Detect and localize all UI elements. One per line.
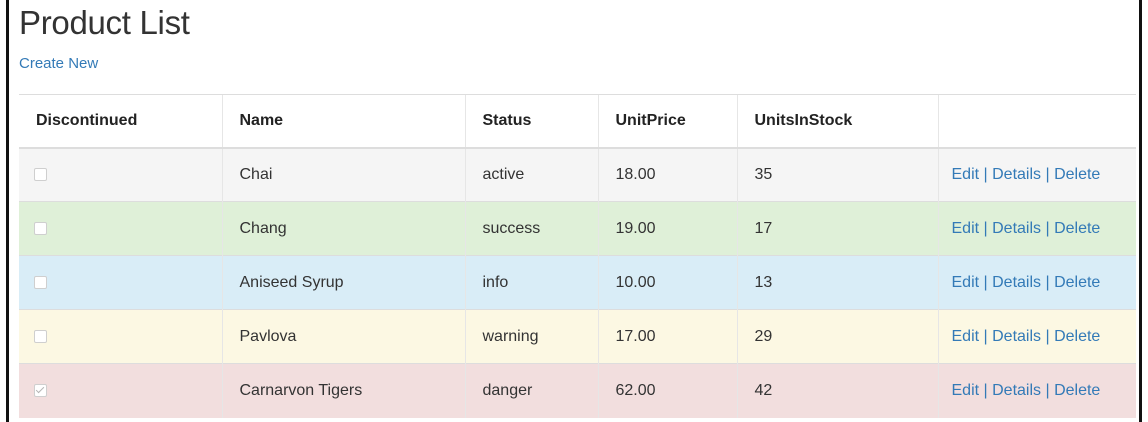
action-separator: | — [979, 165, 993, 183]
unitprice-cell: 10.00 — [597, 255, 737, 310]
unitprice-cell: 62.00 — [597, 363, 737, 418]
discontinued-checkbox — [34, 329, 47, 343]
action-separator: | — [1041, 327, 1055, 345]
details-link[interactable]: Details — [992, 328, 1041, 345]
actions-cell: Edit | Details | Delete — [937, 363, 1136, 418]
table-header-row: Discontinued Name Status UnitPrice Units… — [19, 94, 1136, 149]
status-cell: warning — [464, 309, 598, 364]
action-separator: | — [1041, 273, 1055, 291]
name-cell: Chai — [221, 147, 465, 202]
details-link[interactable]: Details — [992, 166, 1041, 183]
discontinued-checkbox-checked — [34, 384, 47, 398]
edit-link[interactable]: Edit — [952, 220, 980, 237]
action-separator: | — [1041, 381, 1055, 399]
header-discontinued: Discontinued — [19, 94, 222, 149]
discontinued-checkbox — [34, 168, 47, 182]
unitprice-cell: 19.00 — [597, 201, 737, 256]
details-link[interactable]: Details — [992, 274, 1041, 291]
discontinued-checkbox — [34, 275, 47, 289]
discontinued-checkbox — [34, 221, 47, 235]
name-cell: Pavlova — [221, 309, 465, 364]
unitprice-cell: 17.00 — [597, 309, 737, 364]
name-cell: Chang — [221, 201, 465, 256]
status-cell: active — [464, 147, 598, 202]
header-status: Status — [464, 94, 598, 149]
status-cell: success — [464, 201, 598, 256]
table-row: Aniseed Syrup info 10.00 13 Edit | Details |… — [19, 255, 1136, 310]
discontinued-cell — [19, 363, 222, 418]
status-cell: info — [464, 255, 598, 310]
actions-cell: Edit | Details | Delete — [937, 255, 1136, 310]
table-row: Chai active 18.00 35 Edit | Details | Delete — [19, 147, 1136, 202]
unitprice-cell: 18.00 — [597, 147, 737, 202]
action-separator: | — [979, 219, 993, 237]
create-new-link[interactable]: Create New — [19, 55, 98, 72]
unitsinstock-cell: 42 — [736, 363, 938, 418]
page-frame: Product List Create New Discontinued Nam… — [6, 0, 1142, 422]
delete-link[interactable]: Delete — [1054, 220, 1100, 237]
discontinued-cell — [19, 309, 222, 364]
unitsinstock-cell: 29 — [736, 309, 938, 364]
table-row: Carnarvon Tigers danger 62.00 42 Edit | Deta… — [19, 363, 1136, 418]
unitsinstock-cell: 17 — [736, 201, 938, 256]
edit-link[interactable]: Edit — [952, 328, 980, 345]
status-cell: danger — [464, 363, 598, 418]
page-title: Product List — [19, 4, 190, 41]
edit-link[interactable]: Edit — [952, 382, 980, 399]
delete-link[interactable]: Delete — [1054, 274, 1100, 291]
action-separator: | — [979, 381, 993, 399]
product-table: Discontinued Name Status UnitPrice Units… — [19, 94, 1136, 418]
delete-link[interactable]: Delete — [1054, 166, 1100, 183]
actions-cell: Edit | Details | Delete — [937, 309, 1136, 364]
unitsinstock-cell: 35 — [736, 147, 938, 202]
delete-link[interactable]: Delete — [1054, 382, 1100, 399]
actions-cell: Edit | Details | Delete — [937, 147, 1136, 202]
edit-link[interactable]: Edit — [952, 166, 980, 183]
edit-link[interactable]: Edit — [952, 274, 980, 291]
header-actions — [937, 94, 1136, 149]
action-separator: | — [1041, 165, 1055, 183]
details-link[interactable]: Details — [992, 382, 1041, 399]
delete-link[interactable]: Delete — [1054, 328, 1100, 345]
discontinued-cell — [19, 201, 222, 256]
details-link[interactable]: Details — [992, 220, 1041, 237]
action-separator: | — [979, 327, 993, 345]
discontinued-cell — [19, 147, 222, 202]
action-separator: | — [1041, 219, 1055, 237]
header-name: Name — [221, 94, 465, 149]
actions-cell: Edit | Details | Delete — [937, 201, 1136, 256]
name-cell: Carnarvon Tigers — [221, 363, 465, 418]
table-row: Pavlova warning 17.00 29 Edit | Details | De… — [19, 309, 1136, 364]
unitsinstock-cell: 13 — [736, 255, 938, 310]
header-unitsinstock: UnitsInStock — [736, 94, 938, 149]
table-row: Chang success 19.00 17 Edit | Details | Dele… — [19, 201, 1136, 256]
header-unitprice: UnitPrice — [597, 94, 737, 149]
discontinued-cell — [19, 255, 222, 310]
name-cell: Aniseed Syrup — [221, 255, 465, 310]
action-separator: | — [979, 273, 993, 291]
